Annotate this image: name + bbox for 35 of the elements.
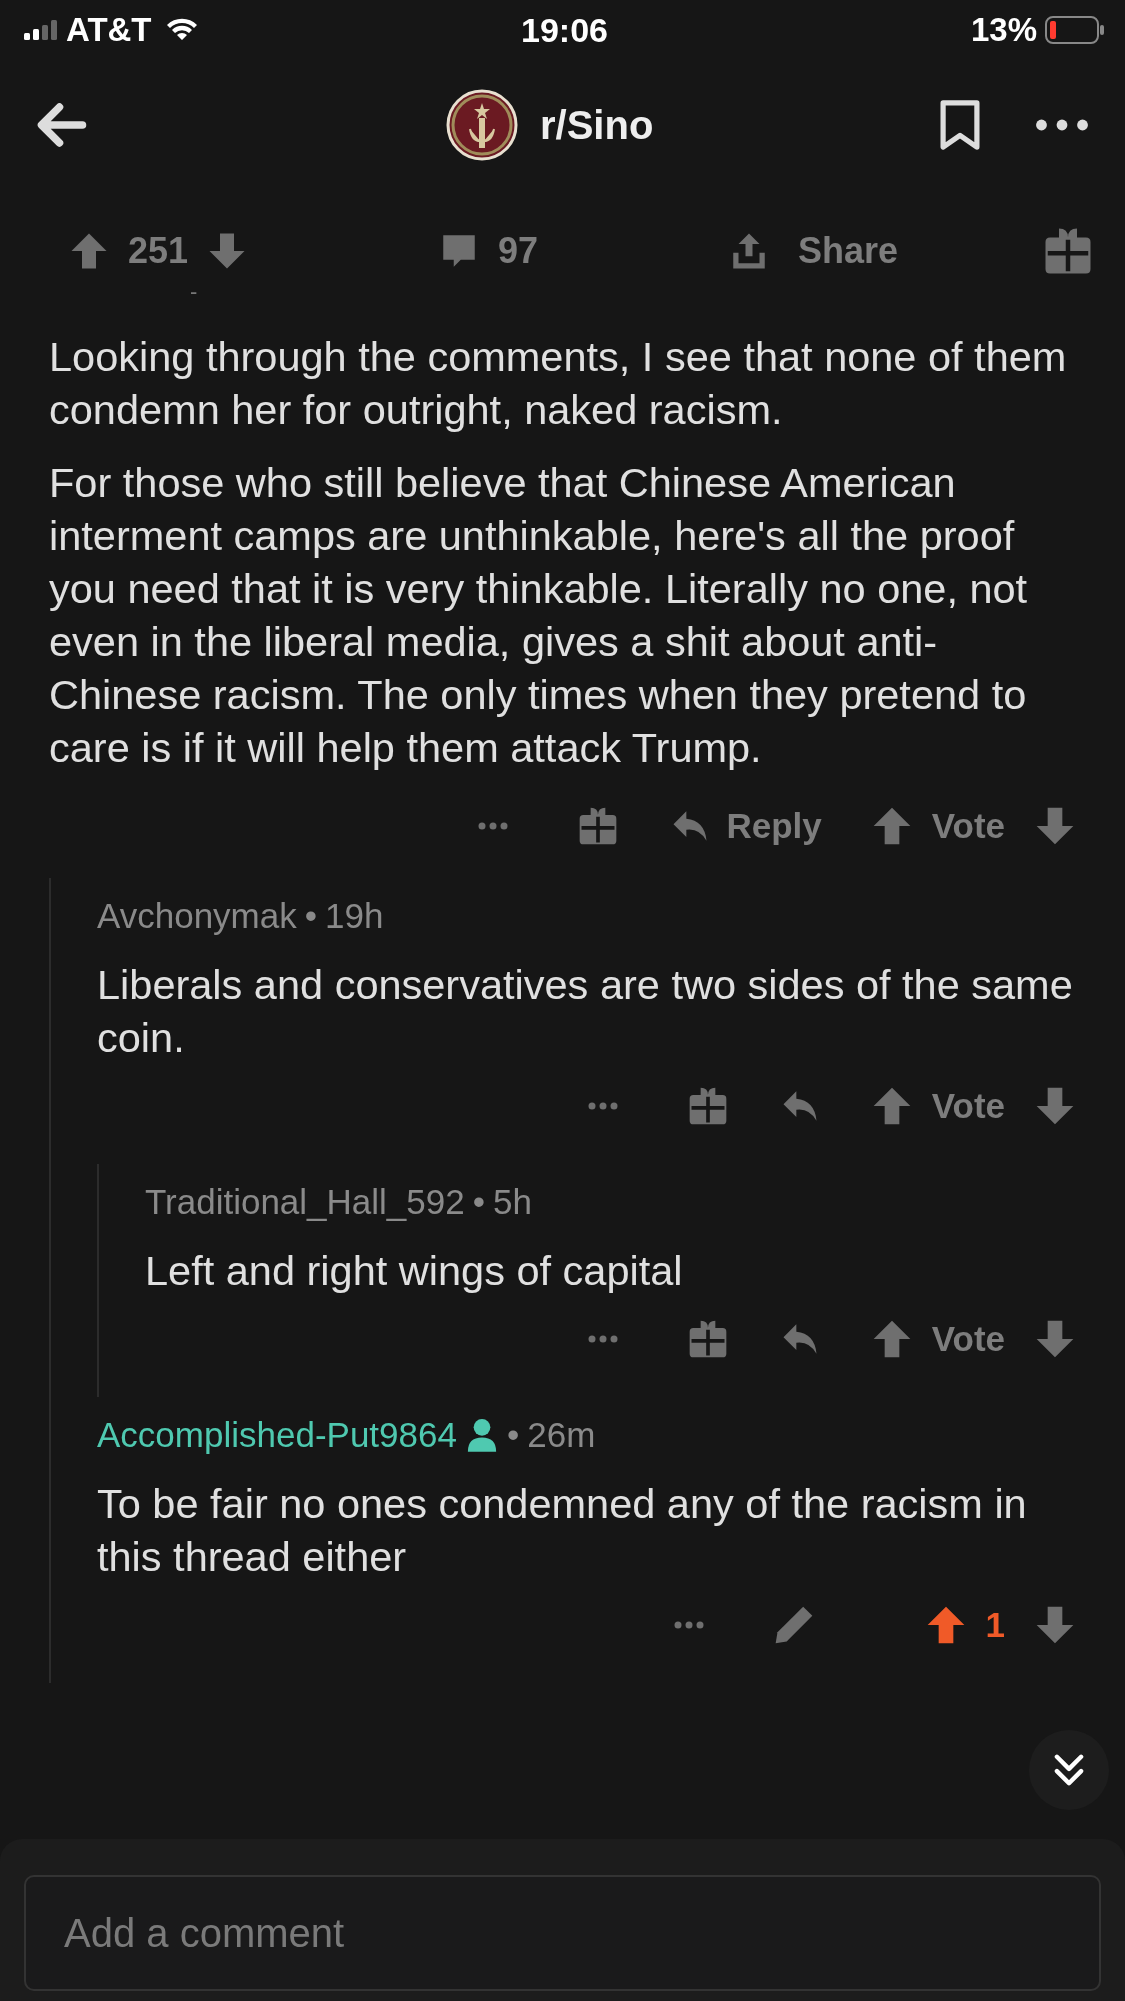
comment-input[interactable]: Add a comment	[24, 1875, 1101, 1991]
meta-separator: •	[304, 896, 317, 936]
battery-icon	[1045, 16, 1105, 44]
share-button[interactable]: Share	[728, 230, 899, 272]
comment-paragraph: For those who still believe that Chinese American interment camps are unthinkable, here's all the proof you need that it is very thinkable. Literally no one, not even in the liberal media, gives a shit about anti-Chinese racism. The only times when they pretend to care is if it will help them attack Trump.	[49, 458, 1029, 773]
comment-text: Left and right wings of capital	[145, 1246, 684, 1296]
collapse-marker: -	[190, 282, 198, 306]
meta-separator: •	[506, 1415, 520, 1455]
carrier-name: AT&T	[66, 11, 152, 49]
signal-icon	[24, 20, 58, 40]
meta-separator: •	[472, 1182, 485, 1222]
back-arrow-icon[interactable]	[36, 102, 88, 148]
vote-label: Vote	[931, 1086, 1005, 1126]
vote-label: Vote	[931, 1319, 1005, 1359]
reply-button[interactable]: Reply	[668, 804, 822, 848]
comment-count: 97	[498, 230, 539, 272]
comment-age: 26m	[527, 1415, 596, 1455]
vote-label: Vote	[931, 806, 1005, 846]
subreddit-icon	[446, 89, 518, 161]
comment-age: 5h	[493, 1182, 532, 1222]
subreddit-title: r/Sino	[540, 102, 654, 148]
comment-age: 19h	[325, 896, 384, 936]
clock-time: 19:06	[521, 10, 608, 50]
comment-paragraph: Looking through the comments, I see that none of them condemn her for outright, naked racism.	[49, 332, 1068, 435]
comment-text: Liberals and conservatives are two sides of the same coin.	[97, 960, 1074, 1063]
bookmark-icon[interactable]	[939, 99, 981, 151]
battery-percent: 13%	[970, 11, 1037, 49]
comment-author[interactable]: Avchonymak	[97, 896, 297, 936]
comment-author[interactable]: Accomplished-Put9864	[97, 1415, 457, 1455]
wifi-icon	[165, 18, 198, 42]
more-icon[interactable]	[1035, 118, 1089, 132]
comment-score: 1	[985, 1605, 1005, 1645]
post-score: 251	[128, 230, 189, 272]
comment-text: To be fair no ones condemned any of the racism in this thread either	[97, 1479, 1028, 1582]
comment-author[interactable]: Traditional_Hall_592	[145, 1182, 465, 1222]
